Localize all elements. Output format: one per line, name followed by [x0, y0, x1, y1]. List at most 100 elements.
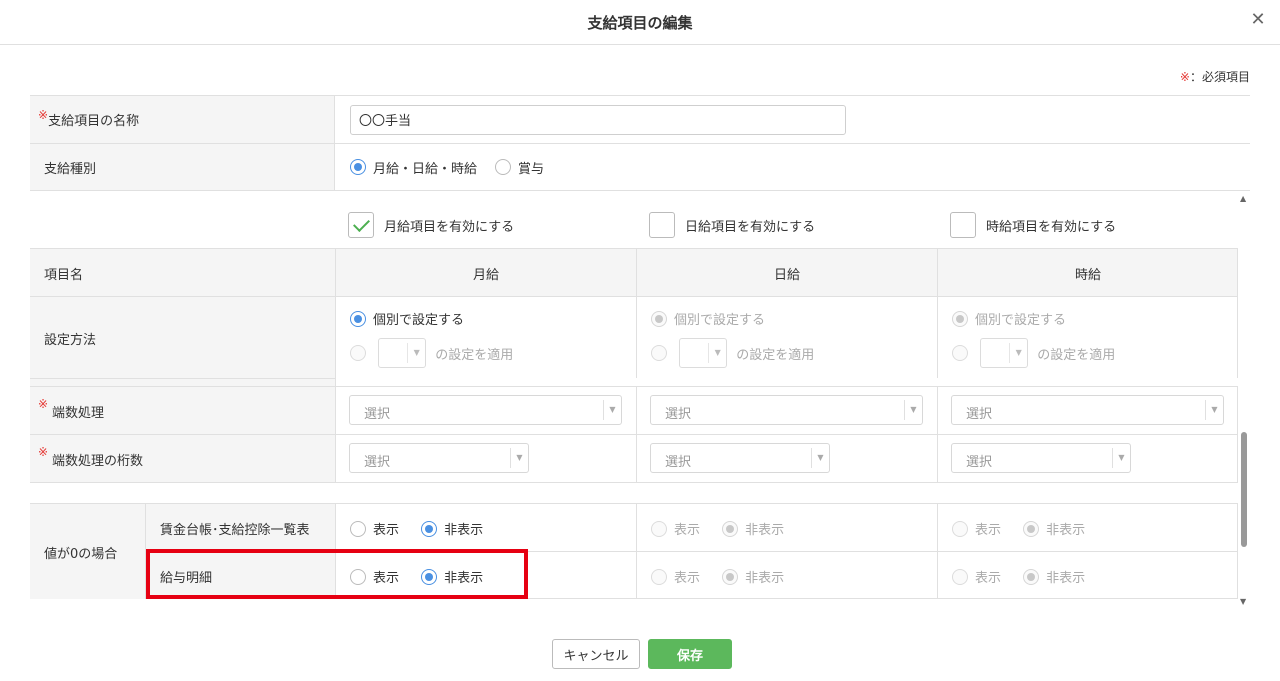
- hourly-individual-label: 個別で設定する: [975, 313, 1067, 328]
- zero-label-cell: 値が0の場合: [30, 503, 146, 599]
- monthly-apply-option[interactable]: ▼ の設定を適用: [350, 338, 531, 368]
- hourly-individual-radio: [952, 310, 968, 327]
- chevron-down-icon: ▼: [708, 343, 726, 363]
- ledger-daily-options: 表示 非表示: [651, 519, 802, 538]
- monthly-individual-radio[interactable]: [350, 310, 366, 327]
- monthly-enable-checkbox[interactable]: [348, 212, 374, 238]
- settings-scroll-area[interactable]: 月給項目を有効にする 日給項目を有効にする 時給項目を有効にする 項目名 月給 …: [30, 192, 1250, 606]
- rounding-digits-label: 端数処理の桁数: [52, 454, 144, 469]
- type-option-bonus[interactable]: 賞与: [518, 158, 544, 177]
- monthly-apply-radio[interactable]: [350, 345, 366, 361]
- monthly-individual-option[interactable]: 個別で設定する: [350, 309, 482, 328]
- cancel-button[interactable]: キャンセル: [552, 639, 640, 669]
- payslip-daily-cell: 表示 非表示: [637, 551, 938, 599]
- rounding-daily-placeholder: 選択: [665, 407, 692, 422]
- type-radio-bonus[interactable]: [495, 159, 512, 175]
- monthly-enable-label[interactable]: 月給項目を有効にする: [384, 216, 514, 235]
- rounding-digits-hourly-select: 選択 ▼: [951, 443, 1131, 473]
- hidden-row-strip: [30, 378, 336, 386]
- type-option-monthly[interactable]: 月給・日給・時給: [373, 158, 477, 177]
- monthly-individual-label[interactable]: 個別で設定する: [373, 313, 464, 328]
- type-value-cell: 月給・日給・時給 賞与: [336, 144, 1250, 190]
- rounding-digits-hourly-placeholder: 選択: [966, 455, 993, 470]
- rounding-daily-cell: 選択 ▼: [637, 386, 938, 434]
- ledger-daily-hide-label: 非表示: [745, 523, 785, 538]
- required-star: ※: [38, 397, 49, 411]
- payslip-hourly-options: 表示 非表示: [952, 567, 1103, 586]
- required-note-text: ：必須項目: [1189, 70, 1250, 84]
- scroll-down-icon[interactable]: ▼: [1240, 597, 1246, 606]
- dialog-title: 支給項目の編集: [587, 14, 693, 32]
- vertical-scrollbar[interactable]: ▲ ▼: [1238, 192, 1250, 606]
- col-hourly-label: 時給: [1074, 268, 1101, 283]
- rounding-digits-daily-cell: 選択 ▼: [637, 434, 938, 482]
- payslip-hourly-hide-radio: [1023, 568, 1040, 585]
- scroll-up-icon[interactable]: ▲: [1240, 194, 1246, 203]
- col-monthly-label: 月給: [472, 268, 499, 283]
- ledger-label: 賃金台帳･支給控除一覧表: [160, 523, 310, 538]
- type-radio-monthly[interactable]: [350, 159, 366, 175]
- chevron-down-icon: ▼: [904, 400, 922, 420]
- divider: [30, 482, 1238, 483]
- item-name-input[interactable]: [350, 104, 846, 135]
- hourly-individual-option: 個別で設定する: [952, 309, 1084, 328]
- rounding-digits-label-cell: ※ 端数処理の桁数: [30, 434, 336, 482]
- daily-enable-label[interactable]: 日給項目を有効にする: [685, 216, 815, 235]
- enable-checks-row: 月給項目を有効にする 日給項目を有効にする 時給項目を有効にする: [30, 192, 1238, 248]
- ledger-label-cell: 賃金台帳･支給控除一覧表: [146, 503, 336, 551]
- hourly-enable-label[interactable]: 時給項目を有効にする: [986, 216, 1116, 235]
- rounding-label-cell: ※ 端数処理: [30, 386, 336, 434]
- setting-method-daily: 個別で設定する ▼ の設定を適用: [637, 296, 938, 378]
- ledger-monthly-show-label[interactable]: 表示: [373, 523, 399, 538]
- daily-enable-group[interactable]: 日給項目を有効にする: [649, 212, 815, 238]
- rounding-digits-daily-placeholder: 選択: [665, 455, 692, 470]
- rounding-hourly-select: 選択 ▼: [951, 395, 1224, 425]
- hourly-enable-checkbox[interactable]: [950, 212, 976, 238]
- monthly-apply-label: の設定を適用: [435, 347, 514, 363]
- rounding-digits-monthly-select[interactable]: 選択 ▼: [349, 443, 529, 473]
- required-star: ※: [38, 445, 49, 459]
- setting-method-monthly: 個別で設定する ▼ の設定を適用: [336, 296, 637, 378]
- type-label: 支給種別: [44, 161, 97, 177]
- hourly-apply-select: ▼: [980, 338, 1029, 368]
- col-daily-header: 日給: [637, 248, 938, 296]
- setting-method-label: 設定方法: [44, 333, 97, 348]
- rounding-hourly-cell: 選択 ▼: [938, 386, 1238, 434]
- zero-label: 値が0の場合: [44, 547, 118, 562]
- monthly-enable-group[interactable]: 月給項目を有効にする: [348, 212, 514, 238]
- ledger-monthly-show-radio[interactable]: [350, 520, 366, 537]
- rounding-hourly-placeholder: 選択: [966, 407, 993, 422]
- daily-individual-label: 個別で設定する: [674, 313, 766, 328]
- ledger-daily-hide-radio: [722, 520, 739, 537]
- daily-apply-option: ▼ の設定を適用: [651, 338, 832, 368]
- ledger-daily-show-radio: [651, 520, 667, 537]
- scrollbar-thumb[interactable]: [1241, 432, 1247, 547]
- rounding-monthly-placeholder: 選択: [364, 407, 391, 422]
- rounding-digits-daily-select: 選択 ▼: [650, 443, 830, 473]
- save-button[interactable]: 保存: [648, 639, 732, 669]
- name-row: ※ 支給項目の名称: [30, 95, 1250, 143]
- payslip-daily-options: 表示 非表示: [651, 567, 802, 586]
- monthly-apply-select[interactable]: ▼: [378, 338, 427, 368]
- ledger-monthly-hide-radio[interactable]: [421, 520, 438, 537]
- rounding-monthly-select[interactable]: 選択 ▼: [349, 395, 622, 425]
- payslip-daily-hide-label: 非表示: [745, 571, 785, 586]
- daily-apply-select: ▼: [679, 338, 728, 368]
- type-row: 支給種別 月給・日給・時給 賞与: [30, 143, 1250, 191]
- hourly-enable-group[interactable]: 時給項目を有効にする: [950, 212, 1116, 238]
- payslip-hourly-show-label: 表示: [975, 571, 1002, 586]
- setting-method-hourly: 個別で設定する ▼ の設定を適用: [938, 296, 1238, 378]
- rounding-label: 端数処理: [52, 406, 105, 421]
- ledger-daily-cell: 表示 非表示: [637, 503, 938, 551]
- hourly-apply-label: の設定を適用: [1037, 347, 1116, 363]
- payslip-hourly-cell: 表示 非表示: [938, 551, 1238, 599]
- close-icon[interactable]: ✕: [1248, 9, 1268, 31]
- rounding-monthly-cell: 選択 ▼: [336, 386, 637, 434]
- daily-enable-checkbox[interactable]: [649, 212, 675, 238]
- col-daily-label: 日給: [773, 268, 800, 283]
- name-label: 支給項目の名称: [48, 114, 140, 129]
- ledger-hourly-options: 表示 非表示: [952, 519, 1103, 538]
- rounding-digits-monthly-placeholder: 選択: [364, 455, 391, 470]
- ledger-hourly-show-radio: [952, 520, 968, 537]
- ledger-monthly-hide-label[interactable]: 非表示: [444, 523, 483, 538]
